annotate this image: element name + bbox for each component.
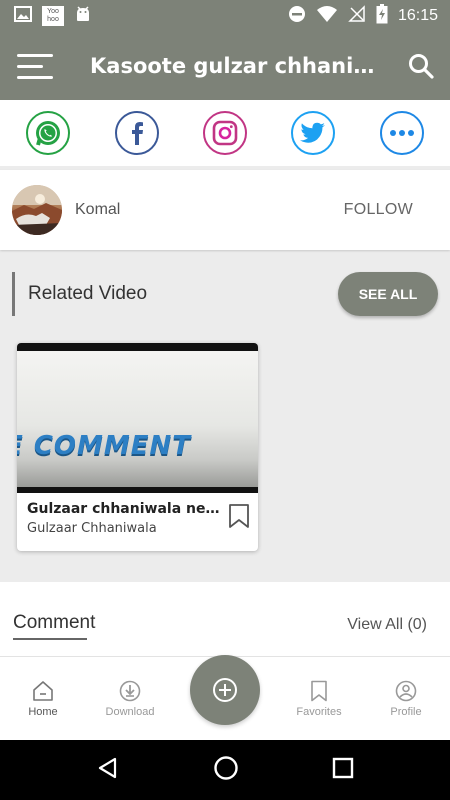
- profile-icon: [395, 680, 417, 702]
- share-facebook-button[interactable]: [114, 111, 159, 155]
- share-instagram-button[interactable]: [202, 111, 247, 155]
- author-card: Komal FOLLOW: [0, 170, 450, 250]
- search-button[interactable]: [392, 32, 450, 100]
- menu-button[interactable]: [0, 32, 70, 100]
- system-nav-bar: [0, 740, 450, 800]
- more-icon: [389, 130, 414, 136]
- nav-profile-label: Profile: [390, 706, 422, 718]
- share-bar: [0, 100, 450, 166]
- instagram-icon: [212, 120, 238, 146]
- nav-home-label: Home: [28, 706, 58, 718]
- app-screen: Yoo hoo 16:15 Kasoote gulzar chhaniwa Ko…: [0, 0, 450, 800]
- share-more-button[interactable]: [379, 111, 424, 155]
- related-video-title: Related Video: [28, 283, 148, 304]
- image-icon: [14, 6, 32, 26]
- wifi-icon: [316, 5, 338, 27]
- add-circle-icon: [213, 678, 237, 702]
- comment-underline: [13, 638, 87, 640]
- home-circle-icon[interactable]: [213, 755, 239, 785]
- nav-download[interactable]: Download: [90, 680, 170, 718]
- android-icon: [74, 6, 92, 26]
- video-title[interactable]: Gulzaar chhaniwala new song: [27, 501, 223, 517]
- bookmark-icon: [311, 680, 327, 702]
- download-icon: [119, 680, 141, 702]
- yoohoo-badge: Yoo hoo: [42, 6, 64, 26]
- view-all-comments-link[interactable]: View All (0): [347, 616, 427, 634]
- video-card[interactable]: E COMMENT Gulzaar chhaniwala new song Gu…: [17, 343, 258, 551]
- nav-favorites-label: Favorites: [296, 706, 342, 718]
- nav-home[interactable]: Home: [3, 680, 83, 718]
- status-bar: Yoo hoo 16:15: [0, 0, 450, 32]
- section-divider: [12, 272, 15, 316]
- no-signal-icon: [348, 5, 366, 27]
- bookmark-button[interactable]: [228, 503, 250, 533]
- home-icon: [33, 681, 53, 701]
- share-whatsapp-button[interactable]: [26, 111, 71, 155]
- nav-profile[interactable]: Profile: [366, 680, 446, 718]
- recents-icon[interactable]: [332, 757, 354, 783]
- nav-download-label: Download: [105, 706, 155, 718]
- whatsapp-icon: [36, 121, 61, 146]
- comment-title: Comment: [13, 612, 96, 633]
- video-channel: Gulzaar Chhaniwala: [27, 521, 157, 536]
- twitter-icon: [300, 122, 326, 143]
- facebook-icon: [131, 122, 143, 145]
- menu-icon: [17, 53, 53, 79]
- add-button[interactable]: [190, 655, 260, 725]
- author-name[interactable]: Komal: [75, 201, 120, 219]
- bookmark-icon: [229, 504, 249, 528]
- page-title: Kasoote gulzar chhaniwala ne chakkar aa …: [90, 54, 392, 78]
- avatar[interactable]: [12, 185, 62, 235]
- related-video-header: Related Video SEE ALL: [12, 272, 438, 316]
- battery-charging-icon: [376, 4, 388, 28]
- follow-button[interactable]: FOLLOW: [344, 201, 413, 219]
- share-twitter-button[interactable]: [291, 111, 336, 155]
- back-icon[interactable]: [96, 756, 120, 784]
- video-thumbnail[interactable]: E COMMENT: [17, 343, 258, 493]
- dnd-icon: [288, 5, 306, 27]
- nav-favorites[interactable]: Favorites: [279, 680, 359, 718]
- thumbnail-text: E COMMENT: [17, 431, 191, 461]
- app-bar: Kasoote gulzar chhaniwala ne chakkar aa …: [0, 32, 450, 100]
- status-time: 16:15: [397, 7, 438, 24]
- search-icon: [409, 54, 434, 79]
- see-all-button[interactable]: SEE ALL: [338, 272, 438, 316]
